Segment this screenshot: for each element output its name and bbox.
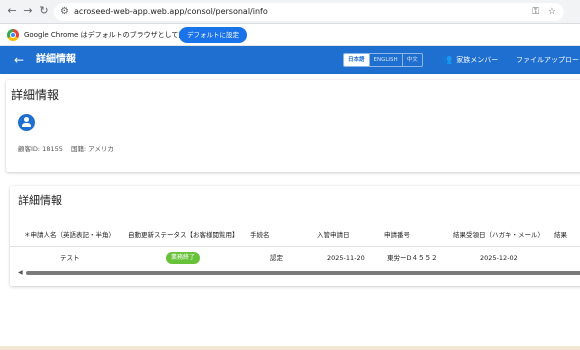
bottom-edge [0,346,580,350]
chrome-logo-icon [7,29,19,41]
reload-icon[interactable]: ↻ [36,3,52,19]
language-en-button[interactable]: ENGLISH [368,54,402,66]
set-default-button[interactable]: デフォルトに設定 [179,27,247,43]
column-header-procedure[interactable]: 手続名 [250,230,270,240]
horizontal-scrollbar[interactable]: ◀ [18,270,580,276]
column-header-result[interactable]: 結果 [554,230,567,240]
key-icon[interactable]: ⚿ [532,7,539,17]
family-members-label: 家族メンバー [456,56,499,64]
back-arrow-icon[interactable]: ← [4,3,20,19]
language-ja-button[interactable]: 日本語 [344,54,369,66]
scroll-thumb[interactable] [26,271,580,275]
cell-applicant-name: テスト [60,254,80,262]
default-browser-infobar: Google Chrome はデフォルトのブラウザとして設定されていません デフ… [0,24,580,46]
customer-id: 顧客ID: 18155 [18,145,63,153]
page-title: 詳細情報 [36,54,76,65]
cell-application-date: 2025-11-20 [327,254,365,262]
customer-detail-card: 詳細情報 顧客ID: 18155 国籍: アメリカ [6,80,580,172]
column-header-status[interactable]: 自動更新ステータス【お客様閲覧用】 [128,230,239,240]
site-info-icon[interactable]: ⚙ [60,4,69,20]
table-card-title: 詳細情報 [18,194,62,207]
scroll-left-arrow-icon[interactable]: ◀ [18,270,23,276]
column-header-application-number[interactable]: 申請番号 [384,230,410,240]
table-header-divider [10,246,580,247]
back-icon[interactable]: ← [14,46,24,74]
cell-application-number: 東労ーD４５５２ [387,254,438,262]
language-switcher: 日本語 ENGLISH 中文 [343,53,423,67]
forward-arrow-icon[interactable]: → [20,3,36,19]
url-text[interactable]: acroseed-web-app.web.app/consol/personal… [74,3,268,21]
group-icon: 👥 [441,55,453,65]
file-upload-menu[interactable]: ファイルアップロード [516,46,580,74]
column-header-result-received[interactable]: 結果受領日（ハガキ・メール） [453,230,544,240]
status-badge: 業務終了 [166,252,201,264]
detail-card-title: 詳細情報 [11,88,60,102]
app-header: ← 詳細情報 日本語 ENGLISH 中文 👥 家族メンバー ファイルアップロー… [0,46,580,74]
column-header-application-date[interactable]: 入管申請日 [317,230,350,240]
address-bar[interactable]: ⚙ acroseed-web-app.web.app/consol/person… [54,3,564,21]
cell-procedure: 認定 [270,254,283,262]
nationality: 国籍: アメリカ [70,145,114,153]
column-header-applicant[interactable]: ＊申請人名（英語表記・半角） [24,230,115,240]
bookmark-star-icon[interactable]: ☆ [548,7,556,17]
family-members-menu[interactable]: 👥 家族メンバー [441,46,498,74]
application-table-card: 詳細情報 ＊申請人名（英語表記・半角） 自動更新ステータス【お客様閲覧用】 手続… [10,186,580,286]
language-zh-button[interactable]: 中文 [401,54,422,66]
customer-info: 顧客ID: 18155 国籍: アメリカ [18,144,120,154]
person-icon [18,114,35,131]
cell-result-received-date: 2025-12-02 [480,254,518,262]
browser-toolbar: ← → ↻ ⚙ acroseed-web-app.web.app/consol/… [0,0,580,24]
